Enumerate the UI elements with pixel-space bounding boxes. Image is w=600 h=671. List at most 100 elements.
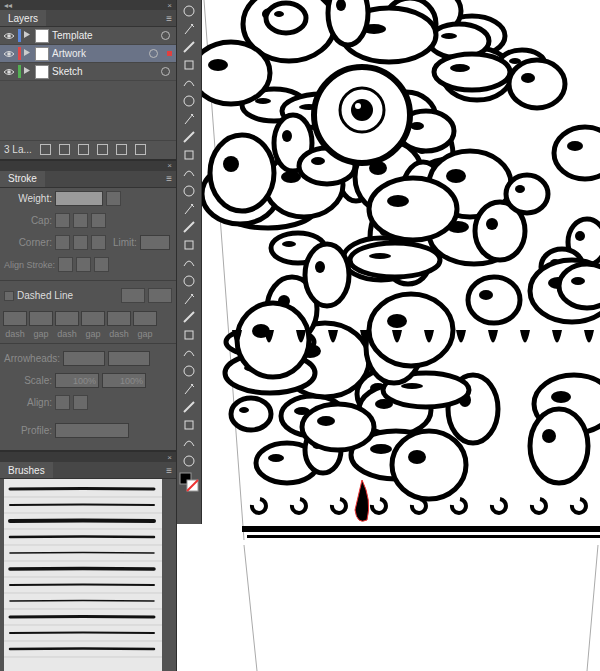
cap-button[interactable]	[55, 213, 70, 228]
expand-icon[interactable]	[24, 67, 32, 76]
align-button[interactable]	[58, 257, 73, 272]
tool-icon[interactable]	[182, 4, 196, 18]
dash-field[interactable]	[55, 311, 79, 326]
panel-tab[interactable]: Brushes	[0, 462, 53, 478]
dash-field[interactable]	[81, 311, 105, 326]
tool-icon[interactable]	[182, 166, 196, 180]
layer-action-icon[interactable]	[40, 144, 51, 155]
dash-cell: dash	[56, 311, 78, 339]
tool-icon[interactable]	[182, 436, 196, 450]
eye-icon[interactable]	[3, 31, 15, 41]
panel-menu-button[interactable]: ≡	[162, 10, 176, 26]
panel-menu-button[interactable]: ≡	[162, 171, 176, 187]
expand-icon[interactable]	[24, 31, 32, 40]
tool-icon[interactable]	[182, 202, 196, 216]
layer-row[interactable]: Sketch	[0, 63, 176, 81]
layer-row[interactable]: Template	[0, 27, 176, 45]
tool-icon[interactable]	[182, 76, 196, 90]
panel-tabs: Layers ≡	[0, 10, 176, 27]
tool-icon[interactable]	[182, 256, 196, 270]
arrowhead-end[interactable]	[108, 351, 150, 366]
panel-dock: ◂◂×Layers≡TemplateArtworkSketch3 La... ×…	[0, 0, 177, 671]
tool-icon[interactable]	[182, 382, 196, 396]
dash-field[interactable]	[29, 311, 53, 326]
panel-tabs: Brushes ≡	[0, 462, 176, 479]
layer-action-icon[interactable]	[97, 144, 108, 155]
cap-button[interactable]	[73, 213, 88, 228]
weight-dropdown[interactable]	[106, 191, 121, 206]
limit-field[interactable]	[140, 235, 170, 250]
tool-icon[interactable]	[182, 238, 196, 252]
dash-field[interactable]	[133, 311, 157, 326]
layer-name[interactable]: Artwork	[52, 48, 146, 59]
brush-list[interactable]	[4, 479, 162, 671]
arrowhead-start[interactable]	[63, 351, 105, 366]
dash-align-button[interactable]	[148, 288, 172, 303]
tool-icon[interactable]	[182, 94, 196, 108]
tool-icon[interactable]	[182, 184, 196, 198]
panel-tab[interactable]: Stroke	[0, 171, 45, 187]
eye-icon[interactable]	[3, 49, 15, 59]
tool-icon[interactable]	[182, 346, 196, 360]
tool-icon[interactable]	[182, 418, 196, 432]
tool-icon[interactable]	[182, 292, 196, 306]
layer-action-icon[interactable]	[116, 144, 127, 155]
close-button[interactable]: ×	[167, 453, 172, 462]
tool-icon[interactable]	[182, 274, 196, 288]
close-button[interactable]: ×	[167, 1, 172, 10]
scale-field[interactable]: 100%	[102, 373, 146, 388]
align-button[interactable]	[76, 257, 91, 272]
target-icon[interactable]	[149, 49, 158, 58]
tool-icon[interactable]	[182, 454, 196, 468]
tool-icon[interactable]	[182, 220, 196, 234]
tool-icon[interactable]	[182, 112, 196, 126]
artboard[interactable]	[202, 0, 600, 671]
align-button[interactable]	[94, 257, 109, 272]
layer-action-icon[interactable]	[135, 144, 146, 155]
panel-topbar: ×	[0, 161, 176, 171]
dash-field[interactable]	[3, 311, 27, 326]
corner-button[interactable]	[91, 235, 106, 250]
layer-action-icon[interactable]	[78, 144, 89, 155]
field-label: Scale:	[4, 375, 52, 386]
tool-icon[interactable]	[182, 130, 196, 144]
close-button[interactable]: ×	[167, 161, 172, 170]
stroke-row: Align:	[0, 392, 176, 414]
layer-name[interactable]: Sketch	[52, 66, 158, 77]
arrow-align-button[interactable]	[73, 395, 88, 410]
cap-button[interactable]	[91, 213, 106, 228]
panel-menu-button[interactable]: ≡	[162, 462, 176, 478]
layer-color	[18, 65, 21, 78]
layer-action-icon[interactable]	[59, 144, 70, 155]
eye-icon[interactable]	[3, 67, 15, 77]
dashed-checkbox[interactable]	[4, 291, 14, 301]
dash-align-button[interactable]	[121, 288, 145, 303]
target-icon[interactable]	[161, 67, 170, 76]
tool-icon[interactable]	[182, 22, 196, 36]
tool-icon[interactable]	[182, 400, 196, 414]
corner-button[interactable]	[73, 235, 88, 250]
expand-icon[interactable]	[24, 49, 32, 58]
dash-field[interactable]	[107, 311, 131, 326]
tool-icon[interactable]	[182, 328, 196, 342]
tool-icon[interactable]	[182, 40, 196, 54]
layer-row[interactable]: Artwork	[0, 45, 176, 63]
target-icon[interactable]	[161, 31, 170, 40]
panel-tab[interactable]: Layers	[0, 10, 46, 26]
field-label: Cap:	[4, 215, 52, 226]
scale-field[interactable]: 100%	[55, 373, 99, 388]
tool-icon[interactable]	[182, 58, 196, 72]
layer-name[interactable]: Template	[52, 30, 158, 41]
arrow-align-button[interactable]	[55, 395, 70, 410]
layers-panel: ◂◂×Layers≡TemplateArtworkSketch3 La...	[0, 0, 176, 159]
tool-icon[interactable]	[182, 364, 196, 378]
collapse-button[interactable]: ◂◂	[4, 1, 12, 10]
tool-icon[interactable]	[182, 148, 196, 162]
field-label: dash	[57, 329, 77, 339]
tool-icon[interactable]	[182, 310, 196, 324]
field-label: dash	[109, 329, 129, 339]
weight-field[interactable]	[55, 191, 103, 206]
corner-button[interactable]	[55, 235, 70, 250]
profile-field[interactable]	[55, 423, 129, 438]
scale-value: 100%	[73, 376, 96, 386]
